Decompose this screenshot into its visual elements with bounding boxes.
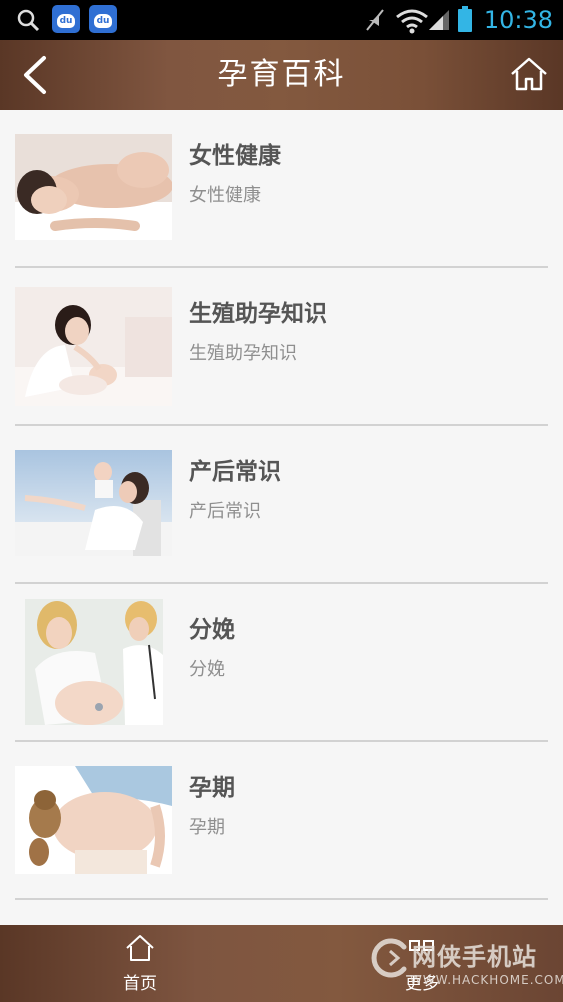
list-item[interactable]: 产后常识 产后常识 [0, 426, 563, 584]
item-subtitle: 女性健康 [189, 185, 261, 206]
wifi-icon [396, 9, 428, 34]
app-header: 孕育百科 [0, 40, 563, 110]
search-icon [17, 9, 40, 32]
baidu-icon: du [52, 5, 80, 33]
clock: 10:38 [483, 6, 553, 34]
item-title: 分娩 [189, 617, 235, 643]
item-title: 生殖助孕知识 [189, 301, 327, 327]
item-subtitle: 分娩 [189, 659, 225, 680]
thumbnail-image [15, 134, 172, 240]
list-item[interactable]: 孕期 孕期 [0, 742, 563, 900]
battery-icon [458, 6, 472, 32]
screen: du du 10:38 孕育百科 女性健康 女性健康 生殖助孕知识 生殖助孕知识… [0, 0, 563, 1002]
list-item[interactable]: 女性健康 女性健康 [0, 110, 563, 268]
divider [15, 898, 548, 900]
item-title: 孕期 [189, 775, 235, 801]
home-button[interactable] [509, 54, 549, 94]
list-item[interactable]: 分娩 分娩 [0, 584, 563, 742]
item-subtitle: 产后常识 [189, 501, 261, 522]
signal-icon [429, 10, 449, 30]
watermark-text: 网侠手机站 [412, 943, 537, 971]
back-button[interactable] [18, 52, 58, 98]
thumbnail-image [15, 287, 172, 406]
status-bar: du du 10:38 [0, 0, 563, 40]
baidu-icon: du [89, 5, 117, 33]
category-list: 女性健康 女性健康 生殖助孕知识 生殖助孕知识 产后常识 产后常识 分娩 分娩 … [0, 110, 563, 925]
tab-home[interactable]: 首页 [70, 925, 210, 1002]
baidu-icon-text: du [96, 16, 110, 26]
page-title: 孕育百科 [217, 57, 346, 92]
home-icon [126, 935, 154, 961]
tab-label: 首页 [123, 974, 157, 994]
item-title: 产后常识 [189, 459, 281, 485]
list-item[interactable]: 生殖助孕知识 生殖助孕知识 [0, 268, 563, 426]
mute-icon [366, 9, 384, 31]
watermark: 网侠手机站 WWW.HACKHOME.COM [368, 935, 563, 995]
item-title: 女性健康 [189, 143, 281, 169]
watermark-url: WWW.HACKHOME.COM [410, 973, 563, 987]
baidu-icon-text: du [59, 16, 73, 26]
item-subtitle: 孕期 [189, 817, 225, 838]
thumbnail-image [15, 766, 172, 874]
item-subtitle: 生殖助孕知识 [189, 343, 297, 364]
watermark-logo-icon [371, 938, 407, 978]
thumbnail-image [15, 450, 172, 556]
thumbnail-image [25, 599, 163, 725]
status-icons [366, 6, 472, 34]
